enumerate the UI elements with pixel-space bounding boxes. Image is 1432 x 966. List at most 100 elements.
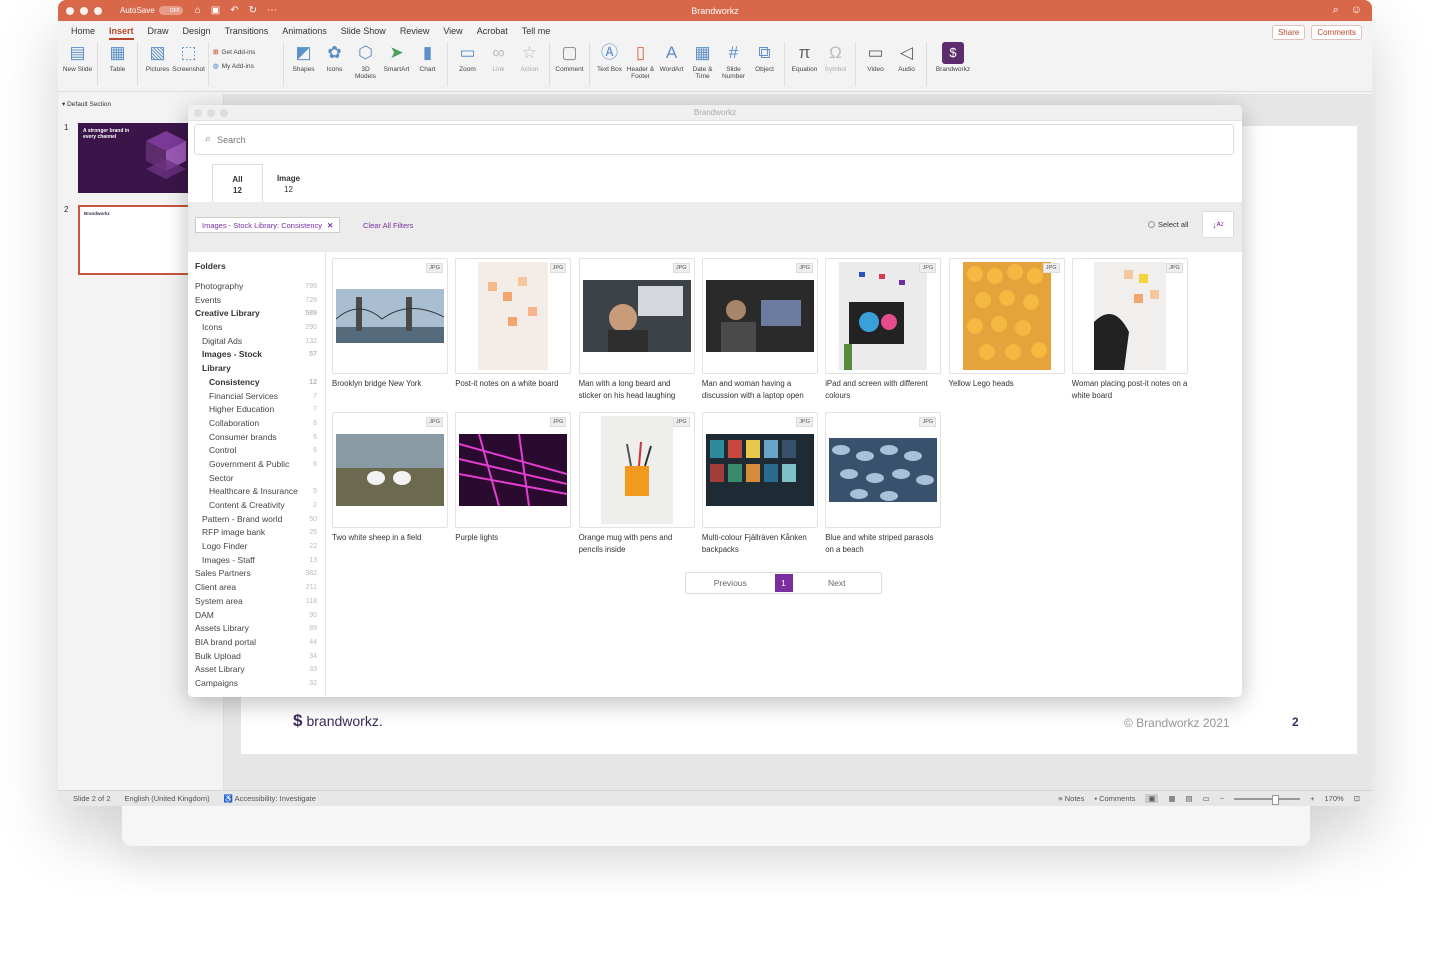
folder-item[interactable]: Collaboration 6 [188,417,325,431]
table-button[interactable]: ▦ Table [102,42,133,73]
tab-image[interactable]: Image 12 [263,164,314,202]
search-input[interactable] [217,134,1118,145]
comment-button[interactable]: ▢ Comment [554,42,585,73]
folder-item[interactable]: Financial Services 7 [188,390,325,404]
folder-item[interactable]: Images - Stock 57 [188,348,325,362]
folder-item[interactable]: Logo Finder 22 [188,540,325,554]
asset-card[interactable]: JPG Orange mug with pens and pencils insi… [578,412,695,556]
folder-item[interactable]: Control 6 [188,444,325,458]
folder-item[interactable]: Pattern - Brand world 50 [188,513,325,527]
folder-item[interactable]: Healthcare & Insurance 5 [188,485,325,499]
folder-item[interactable]: Images - Staff 13 [188,554,325,568]
brandworkz-addin-button[interactable]: $ Brandworkz [931,42,975,73]
asset-thumbnail[interactable]: JPG [948,258,1065,374]
asset-card[interactable]: JPG Man and woman having a discussion wit… [701,258,818,402]
wordart-button[interactable]: A WordArt [656,42,687,73]
folder-item[interactable]: Content & Creativity 2 [188,499,325,513]
chart-button[interactable]: ▮ Chart [412,42,443,73]
previous-page-button[interactable]: Previous [686,573,775,593]
asset-card[interactable]: JPG Woman placing post-it notes on a whit… [1071,258,1188,402]
asset-thumbnail[interactable]: JPG [578,258,695,374]
folder-item[interactable]: Campaigns 32 [188,677,325,691]
asset-thumbnail[interactable]: JPG [455,412,572,528]
folder-item[interactable]: Consumer brands 6 [188,431,325,445]
asset-thumbnail[interactable]: JPG [332,412,448,528]
asset-thumbnail[interactable]: JPG [701,258,818,374]
dialog-close-button[interactable] [194,109,202,117]
dialog-zoom-button[interactable] [220,109,228,117]
zoom-out-icon[interactable]: − [1220,794,1224,803]
asset-thumbnail[interactable]: JPG [825,412,942,528]
video-button[interactable]: ▭ Video [860,42,891,73]
select-all[interactable]: Select all [1148,220,1188,229]
asset-thumbnail[interactable]: JPG [332,258,448,374]
tab-transitions[interactable]: Transitions [218,26,276,40]
date-time-button[interactable]: ▦ Date & Time [687,42,718,81]
undo-icon[interactable]: ↶ [230,5,238,16]
shapes-button[interactable]: ◩ Shapes [288,42,319,73]
sort-button[interactable]: ↓ᴬᶻ [1202,211,1234,238]
pictures-button[interactable]: ▧ Pictures [142,42,173,73]
folder-item[interactable]: BIA brand portal 44 [188,636,325,650]
link-button[interactable]: ∞ Link [483,42,514,73]
accessibility-indicator[interactable]: ♿ Accessibility: Investigate [224,794,316,803]
slide-number-button[interactable]: # Slide Number [718,42,749,81]
icons-button[interactable]: ✿ Icons [319,42,350,73]
comments-status-button[interactable]: ▪ Comments [1094,794,1135,803]
folder-item[interactable]: Bulk Upload 34 [188,650,325,664]
asset-thumbnail[interactable]: JPG [455,258,572,374]
normal-view-icon[interactable]: ▣ [1145,794,1159,803]
home-icon[interactable]: ⌂ [195,5,201,16]
header-footer-button[interactable]: ▯ Header & Footer [625,42,656,81]
zoom-window-button[interactable] [94,6,102,15]
folder-item[interactable]: Client area 211 [188,581,325,595]
clear-filters-link[interactable]: Clear All Filters [363,221,413,230]
notes-button[interactable]: ≡ Notes [1058,794,1084,803]
tab-draw[interactable]: Draw [141,26,176,40]
smartart-button[interactable]: ➤ SmartArt [381,42,412,73]
asset-thumbnail[interactable]: JPG [578,412,695,528]
zoom-in-icon[interactable]: + [1310,794,1314,803]
tab-tell-me[interactable]: Tell me [515,26,558,40]
folder-item[interactable]: Events 728 [188,294,325,308]
folder-item[interactable]: Creative Library 589 [188,307,325,321]
folder-item[interactable]: Consistency 12 [188,376,325,390]
more-icon[interactable]: ⋯ [267,5,277,16]
tab-review[interactable]: Review [393,26,437,40]
slide-thumbnail-1[interactable]: A stronger brand in every channel [78,123,190,193]
asset-card[interactable]: JPG Post-it notes on a white board [455,258,572,390]
asset-card[interactable]: JPG iPad and screen with different colour… [825,258,942,402]
tab-animations[interactable]: Animations [275,26,334,40]
zoom-button[interactable]: ▭ Zoom [452,42,483,73]
folder-item[interactable]: Digital Ads 132 [188,335,325,349]
search-box[interactable]: ⌕ [194,124,1234,155]
tab-home[interactable]: Home [64,26,102,40]
asset-card[interactable]: JPG Brooklyn bridge New York [332,258,448,390]
comments-button[interactable]: Comments [1311,25,1362,40]
slideshow-icon[interactable]: ▭ [1203,794,1210,803]
folder-item[interactable]: Sales Partners 382 [188,567,325,581]
asset-thumbnail[interactable]: JPG [1071,258,1188,374]
asset-card[interactable]: JPG Blue and white striped parasols on a … [825,412,942,556]
new-slide-button[interactable]: ▤ New Slide [62,42,93,73]
folder-item[interactable]: Icons 290 [188,321,325,335]
account-icon[interactable]: ☺ [1351,4,1362,17]
search-icon[interactable]: ⌕ [1333,4,1339,17]
asset-card[interactable]: JPG Purple lights [455,412,572,544]
asset-thumbnail[interactable]: JPG [825,258,942,374]
asset-card[interactable]: JPG Man with a long beard and sticker on … [578,258,695,402]
folder-item[interactable]: Government & Public 6 [188,458,325,472]
folder-item[interactable]: Assets Library 89 [188,622,325,636]
asset-card[interactable]: JPG Multi-colour Fjällräven Kånken backpa… [701,412,818,556]
symbol-button[interactable]: Ω Symbol [820,42,851,73]
get-addins-button[interactable]: ⊞ Get Add-ins [213,48,279,57]
dialog-minimize-button[interactable] [207,109,215,117]
next-page-button[interactable]: Next [793,573,882,593]
fit-to-window-icon[interactable]: ⊡ [1354,794,1360,803]
autosave-toggle[interactable]: OFF [158,6,183,15]
tab-acrobat[interactable]: Acrobat [470,26,515,40]
share-button[interactable]: Share [1271,25,1306,40]
folder-item[interactable]: Sector [188,472,325,486]
save-icon[interactable]: ▣ [211,5,220,16]
asset-thumbnail[interactable]: JPG [701,412,818,528]
